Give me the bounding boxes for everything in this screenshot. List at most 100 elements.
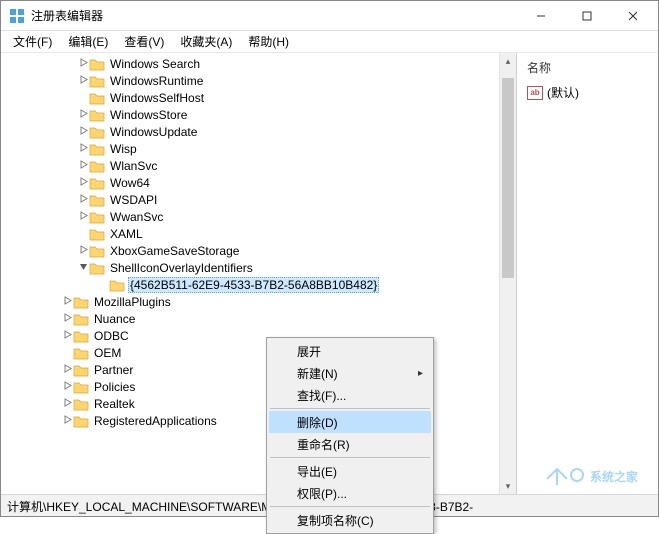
scrollbar-vertical[interactable]: ▴ ▾ <box>499 53 516 495</box>
ctx-permissions[interactable]: 权限(P)... <box>269 482 431 504</box>
folder-icon <box>89 159 105 173</box>
tree-item[interactable]: Nuance <box>1 310 516 327</box>
ctx-find[interactable]: 查找(F)... <box>269 384 431 406</box>
expander-icon[interactable] <box>61 330 73 342</box>
tree-item-label: WindowsSelfHost <box>108 91 206 105</box>
tree-item[interactable]: MozillaPlugins <box>1 293 516 310</box>
tree-item[interactable]: Policies <box>1 378 516 395</box>
tree-item-label: RegisteredApplications <box>92 414 219 428</box>
folder-icon <box>73 380 89 394</box>
maximize-button[interactable] <box>564 1 610 31</box>
tree-item[interactable]: XboxGameSaveStorage <box>1 242 516 259</box>
scroll-down-button[interactable]: ▾ <box>500 478 516 495</box>
tree-item-label: ShellIconOverlayIdentifiers <box>108 261 255 275</box>
svg-text:系统之家: 系统之家 <box>590 469 639 484</box>
ctx-delete[interactable]: 删除(D) <box>269 411 431 433</box>
separator <box>270 408 430 409</box>
expander-icon[interactable] <box>61 415 73 427</box>
ctx-expand: 展开 <box>269 340 431 362</box>
menu-file[interactable]: 文件(F) <box>5 31 60 52</box>
folder-icon <box>89 227 105 241</box>
tree-item[interactable]: WindowsUpdate <box>1 123 516 140</box>
menu-favorites[interactable]: 收藏夹(A) <box>172 31 240 52</box>
folder-icon <box>89 244 105 258</box>
column-header-name[interactable]: 名称 <box>525 57 650 82</box>
tree-item-label: Partner <box>92 363 135 377</box>
expander-icon[interactable] <box>77 126 89 138</box>
folder-icon <box>89 176 105 190</box>
ctx-export[interactable]: 导出(E) <box>269 460 431 482</box>
expander-icon[interactable] <box>61 398 73 410</box>
menu-edit[interactable]: 编辑(E) <box>60 31 116 52</box>
expander-icon[interactable] <box>61 296 73 308</box>
ctx-rename[interactable]: 重命名(R) <box>269 433 431 455</box>
tree-item-label: Nuance <box>92 312 137 326</box>
string-value-icon: ab <box>527 86 543 100</box>
minimize-button[interactable] <box>518 1 564 31</box>
tree-item-label: WSDAPI <box>108 193 159 207</box>
tree-item[interactable]: RegisteredApplications <box>1 412 516 429</box>
expander-icon[interactable] <box>61 364 73 376</box>
menu-bar: 文件(F) 编辑(E) 查看(V) 收藏夹(A) 帮助(H) <box>1 31 658 53</box>
separator <box>270 457 430 458</box>
title-bar: 注册表编辑器 <box>1 1 658 31</box>
tree-item[interactable]: {4562B511-62E9-4533-B7B2-56A8BB10B482} <box>1 276 516 293</box>
tree-item-label: Realtek <box>92 397 137 411</box>
tree-item-label: WlanSvc <box>108 159 159 173</box>
tree-item[interactable]: WwanSvc <box>1 208 516 225</box>
expander-icon[interactable] <box>77 194 89 206</box>
expander-icon[interactable] <box>77 143 89 155</box>
tree-item[interactable]: ShellIconOverlayIdentifiers <box>1 259 516 276</box>
expander-icon[interactable] <box>77 262 89 274</box>
ctx-copy-key-name[interactable]: 复制项名称(C) <box>269 509 431 531</box>
tree-item[interactable]: WSDAPI <box>1 191 516 208</box>
tree-item-label: Windows Search <box>108 57 202 71</box>
folder-icon <box>73 363 89 377</box>
folder-icon <box>89 261 105 275</box>
scroll-up-button[interactable]: ▴ <box>500 53 516 70</box>
tree-item[interactable]: Windows Search <box>1 55 516 72</box>
separator <box>270 506 430 507</box>
tree-item[interactable]: Realtek <box>1 395 516 412</box>
tree-item[interactable]: WindowsStore <box>1 106 516 123</box>
ctx-new[interactable]: 新建(N)▸ <box>269 362 431 384</box>
tree-item[interactable]: WlanSvc <box>1 157 516 174</box>
watermark: 系统之家 <box>542 461 652 492</box>
tree-item[interactable]: Wow64 <box>1 174 516 191</box>
folder-icon <box>73 397 89 411</box>
tree-item[interactable]: Partner <box>1 361 516 378</box>
folder-icon <box>89 57 105 71</box>
close-button[interactable] <box>610 1 656 31</box>
folder-icon <box>89 125 105 139</box>
folder-icon <box>73 329 89 343</box>
window-title: 注册表编辑器 <box>31 7 518 24</box>
expander-icon[interactable] <box>77 75 89 87</box>
value-row-default[interactable]: ab (默认) <box>525 82 650 103</box>
folder-icon <box>73 346 89 360</box>
tree-item[interactable]: XAML <box>1 225 516 242</box>
folder-icon <box>73 312 89 326</box>
tree-item[interactable]: Wisp <box>1 140 516 157</box>
expander-icon[interactable] <box>77 58 89 70</box>
expander-icon[interactable] <box>77 211 89 223</box>
expander-icon[interactable] <box>61 313 73 325</box>
folder-icon <box>89 74 105 88</box>
tree-item[interactable]: ODBC <box>1 327 516 344</box>
scroll-thumb[interactable] <box>502 78 514 278</box>
folder-icon <box>89 193 105 207</box>
expander-icon[interactable] <box>77 109 89 121</box>
tree-panel: Windows Search WindowsRuntime WindowsSelfH… <box>1 53 517 495</box>
tree-item[interactable]: WindowsSelfHost <box>1 89 516 106</box>
tree-item-label: WindowsRuntime <box>108 74 205 88</box>
tree-item[interactable]: WindowsRuntime <box>1 72 516 89</box>
menu-help[interactable]: 帮助(H) <box>240 31 297 52</box>
expander-icon[interactable] <box>77 160 89 172</box>
folder-icon <box>73 414 89 428</box>
expander-icon[interactable] <box>77 245 89 257</box>
expander-icon[interactable] <box>61 381 73 393</box>
tree-item-label: WindowsStore <box>108 108 189 122</box>
tree-item-label: {4562B511-62E9-4533-B7B2-56A8BB10B482} <box>128 277 379 293</box>
expander-icon[interactable] <box>77 177 89 189</box>
menu-view[interactable]: 查看(V) <box>116 31 172 52</box>
tree-item[interactable]: OEM <box>1 344 516 361</box>
